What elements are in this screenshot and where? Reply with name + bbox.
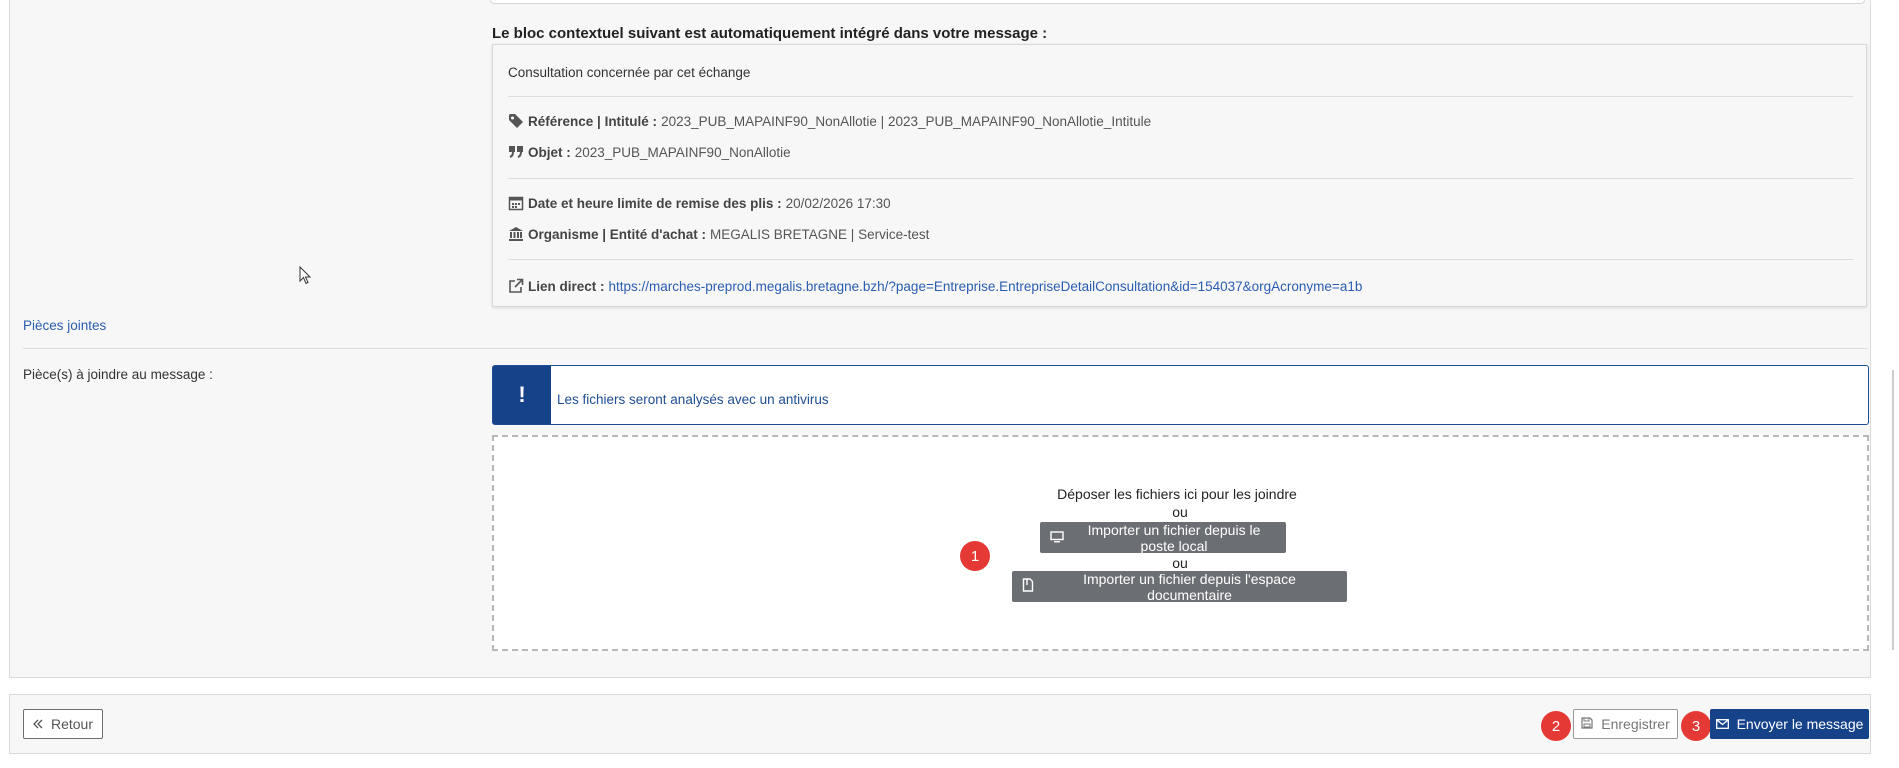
- objet-row: Objet : 2023_PUB_MAPAINF90_NonAllotie: [508, 144, 791, 160]
- external-link-icon: [508, 278, 524, 294]
- attachments-field-label: Pièce(s) à joindre au message :: [23, 367, 213, 382]
- divider: [508, 96, 1853, 97]
- page-scrollbar[interactable]: [1892, 370, 1894, 650]
- divider: [508, 259, 1853, 260]
- divider: [508, 178, 1853, 179]
- objet-label: Objet :: [528, 144, 571, 160]
- desktop-icon: [1050, 530, 1064, 546]
- mouse-cursor-icon: [299, 265, 313, 289]
- reference-value: 2023_PUB_MAPAINF90_NonAllotie | 2023_PUB…: [661, 113, 1152, 129]
- calendar-icon: [508, 195, 524, 211]
- file-icon: [1022, 578, 1034, 595]
- objet-value: 2023_PUB_MAPAINF90_NonAllotie: [574, 144, 791, 160]
- direct-link-label: Lien direct :: [528, 278, 605, 294]
- deadline-value: 20/02/2026 17:30: [785, 195, 891, 211]
- step-badge-3: 3: [1681, 711, 1711, 741]
- deadline-row: Date et heure limite de remise des plis …: [508, 195, 891, 211]
- direct-link-row: Lien direct : https://marches-preprod.me…: [508, 278, 1362, 294]
- message-body-field[interactable]: [490, 0, 1865, 4]
- floppy-disk-icon: [1581, 716, 1593, 732]
- antivirus-alert: ! Les fichiers seront analysés avec un a…: [492, 365, 1869, 425]
- envelope-icon: [1715, 716, 1729, 732]
- deadline-label: Date et heure limite de remise des plis …: [528, 195, 782, 211]
- step-badge-1: 1: [960, 541, 990, 571]
- back-button[interactable]: Retour: [23, 709, 103, 739]
- reference-label: Référence | Intitulé :: [528, 113, 658, 129]
- antivirus-alert-text: Les fichiers seront analysés avec un ant…: [557, 391, 829, 407]
- send-message-label: Envoyer le message: [1736, 716, 1864, 732]
- back-label: Retour: [50, 716, 94, 732]
- context-block: [492, 44, 1867, 307]
- quote-icon: [508, 144, 524, 160]
- save-label: Enregistrer: [1601, 716, 1670, 732]
- organisme-label: Organisme | Entité d'achat :: [528, 226, 707, 242]
- attachments-section-title[interactable]: Pièces jointes: [23, 318, 106, 333]
- context-block-heading: Le bloc contextuel suivant est automatiq…: [492, 25, 1048, 42]
- import-docspace-file-label: Importer un fichier depuis l'espace docu…: [1083, 570, 1296, 603]
- institution-icon: [508, 226, 524, 242]
- save-button[interactable]: Enregistrer: [1573, 709, 1678, 739]
- divider: [23, 348, 1868, 349]
- or-separator: ou: [1172, 555, 1188, 571]
- import-local-file-button[interactable]: Importer un fichier depuis le poste loca…: [1040, 521, 1286, 554]
- import-local-file-label: Importer un fichier depuis le poste loca…: [1087, 521, 1261, 554]
- or-separator: ou: [1172, 504, 1188, 520]
- send-message-button[interactable]: Envoyer le message: [1710, 709, 1869, 739]
- context-block-title: Consultation concernée par cet échange: [508, 65, 751, 80]
- reference-row: Référence | Intitulé : 2023_PUB_MAPAINF9…: [508, 113, 1151, 129]
- organisme-row: Organisme | Entité d'achat : MEGALIS BRE…: [508, 226, 929, 242]
- organisme-value: MEGALIS BRETAGNE | Service-test: [710, 226, 930, 242]
- direct-link[interactable]: https://marches-preprod.megalis.bretagne…: [609, 279, 1363, 294]
- step-badge-2: 2: [1541, 711, 1571, 741]
- double-chevron-left-icon: [33, 716, 43, 732]
- dropzone-text: Déposer les fichiers ici pour les joindr…: [1057, 486, 1297, 502]
- tag-icon: [508, 113, 524, 129]
- exclamation-icon: !: [493, 366, 551, 424]
- import-docspace-file-button[interactable]: Importer un fichier depuis l'espace docu…: [1012, 570, 1347, 603]
